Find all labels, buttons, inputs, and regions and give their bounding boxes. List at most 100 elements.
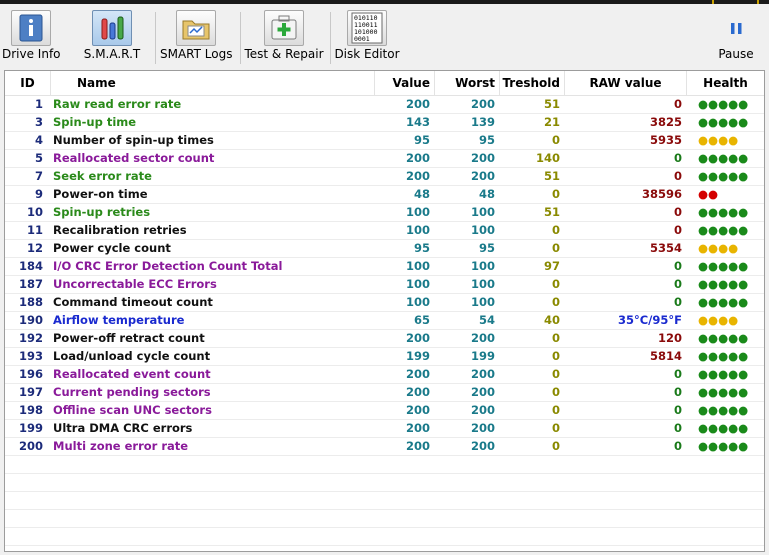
column-header-threshold[interactable]: Treshold: [500, 71, 565, 95]
table-row[interactable]: 200 Multi zone error rate 200 200 0 0 ●●●●●: [5, 438, 764, 456]
cell-value: 200: [405, 439, 430, 453]
cell-threshold: 0: [551, 187, 560, 201]
column-header-worst[interactable]: Worst: [435, 71, 500, 95]
cell-health: ●●●●: [698, 133, 739, 147]
cell-raw-value: 35°C/95°F: [617, 313, 682, 327]
table-row[interactable]: 196 Reallocated event count 200 200 0 0 ●●●●●: [5, 366, 764, 384]
empty-table-row: [5, 456, 764, 474]
test-repair-label: Test & Repair: [244, 47, 324, 61]
table-row[interactable]: 5 Reallocated sector count 200 200 140 0 ●●●●●: [5, 150, 764, 168]
cell-id: 199: [18, 421, 43, 435]
empty-table-row: [5, 492, 764, 510]
pause-icon: [716, 10, 756, 46]
cell-threshold: 0: [551, 385, 560, 399]
smart-chart-icon: [92, 10, 132, 46]
toolbar-separator: [240, 12, 241, 64]
cell-threshold: 140: [535, 151, 560, 165]
cell-raw-value: 0: [673, 169, 682, 183]
cell-threshold: 51: [543, 205, 560, 219]
cell-name: Current pending sectors: [53, 385, 211, 399]
smart-logs-button[interactable]: SMART Logs: [160, 6, 232, 64]
cell-name: Power-off retract count: [53, 331, 205, 345]
cell-threshold: 0: [551, 439, 560, 453]
table-row[interactable]: 3 Spin-up time 143 139 21 3825 ●●●●●: [5, 114, 764, 132]
cell-health: ●●●●●: [698, 349, 749, 363]
cell-raw-value: 5354: [649, 241, 682, 255]
cell-threshold: 0: [551, 295, 560, 309]
cell-id: 11: [26, 223, 43, 237]
cell-worst: 139: [470, 115, 495, 129]
cell-value: 100: [405, 205, 430, 219]
column-header-name[interactable]: Name: [51, 71, 375, 95]
cell-id: 7: [34, 169, 43, 183]
table-row[interactable]: 190 Airflow temperature 65 54 40 35°C/95°F ●●●…: [5, 312, 764, 330]
table-row[interactable]: 9 Power-on time 48 48 0 38596 ●●: [5, 186, 764, 204]
table-row[interactable]: 199 Ultra DMA CRC errors 200 200 0 0 ●●●●●: [5, 420, 764, 438]
table-row[interactable]: 188 Command timeout count 100 100 0 0 ●●●●●: [5, 294, 764, 312]
cell-value: 48: [413, 187, 430, 201]
cell-health: ●●●●●: [698, 385, 749, 399]
table-row[interactable]: 192 Power-off retract count 200 200 0 120 ●●●●…: [5, 330, 764, 348]
table-row[interactable]: 193 Load/unload cycle count 199 199 0 5814 ●●●…: [5, 348, 764, 366]
cell-threshold: 0: [551, 223, 560, 237]
column-header-raw[interactable]: RAW value: [565, 71, 687, 95]
toolbar-separator: [330, 12, 331, 64]
cell-value: 100: [405, 277, 430, 291]
smart-button[interactable]: S.M.A.R.T: [80, 6, 144, 64]
cell-value: 200: [405, 151, 430, 165]
table-row[interactable]: 197 Current pending sectors 200 200 0 0 ●●●●●: [5, 384, 764, 402]
cell-threshold: 0: [551, 241, 560, 255]
cell-threshold: 0: [551, 403, 560, 417]
cell-value: 100: [405, 295, 430, 309]
cell-name: Ultra DMA CRC errors: [53, 421, 193, 435]
cell-id: 188: [18, 295, 43, 309]
cell-health: ●●●●●: [698, 205, 749, 219]
cell-raw-value: 0: [673, 151, 682, 165]
table-row[interactable]: 198 Offline scan UNC sectors 200 200 0 0 ●●●●●: [5, 402, 764, 420]
cell-name: Load/unload cycle count: [53, 349, 211, 363]
cell-health: ●●●●●: [698, 259, 749, 273]
table-row[interactable]: 184 I/O CRC Error Detection Count Total 10…: [5, 258, 764, 276]
cell-health: ●●: [698, 187, 719, 201]
table-row[interactable]: 11 Recalibration retries 100 100 0 0 ●●●●●: [5, 222, 764, 240]
cell-threshold: 0: [551, 421, 560, 435]
cell-threshold: 0: [551, 277, 560, 291]
cell-raw-value: 0: [673, 403, 682, 417]
cell-raw-value: 38596: [641, 187, 682, 201]
empty-table-row: [5, 474, 764, 492]
cell-name: Airflow temperature: [53, 313, 185, 327]
disk-editor-button[interactable]: 010110 110011 101000 0001 Disk Editor: [334, 6, 400, 64]
cell-id: 196: [18, 367, 43, 381]
toolbar-separator: [155, 12, 156, 64]
drive-info-label: Drive Info: [2, 47, 61, 61]
drive-info-button[interactable]: Drive Info: [2, 6, 61, 64]
table-row[interactable]: 4 Number of spin-up times 95 95 0 5935 ●●●●: [5, 132, 764, 150]
column-header-health[interactable]: Health: [687, 71, 764, 95]
table-row[interactable]: 12 Power cycle count 95 95 0 5354 ●●●●: [5, 240, 764, 258]
table-body: 1 Raw read error rate 200 200 51 0 ●●●●● 3 Spin-…: [5, 96, 764, 546]
cell-worst: 200: [470, 439, 495, 453]
cell-id: 187: [18, 277, 43, 291]
empty-table-row: [5, 510, 764, 528]
cell-health: ●●●●●: [698, 367, 749, 381]
cell-health: ●●●●●: [698, 295, 749, 309]
cell-id: 184: [18, 259, 43, 273]
cell-name: Spin-up retries: [53, 205, 151, 219]
empty-table-row: [5, 528, 764, 546]
pause-button[interactable]: Pause: [712, 6, 760, 64]
table-row[interactable]: 7 Seek error rate 200 200 51 0 ●●●●●: [5, 168, 764, 186]
column-header-value[interactable]: Value: [375, 71, 435, 95]
cell-value: 95: [413, 133, 430, 147]
smart-label: S.M.A.R.T: [83, 47, 141, 61]
info-icon: [11, 10, 51, 46]
table-row[interactable]: 187 Uncorrectable ECC Errors 100 100 0 0 ●●●●●: [5, 276, 764, 294]
cell-name: Reallocated sector count: [53, 151, 215, 165]
test-repair-button[interactable]: Test & Repair: [244, 6, 324, 64]
column-header-id[interactable]: ID: [5, 71, 51, 95]
cell-raw-value: 120: [657, 331, 682, 345]
cell-worst: 200: [470, 331, 495, 345]
cell-health: ●●●●●: [698, 439, 749, 453]
table-row[interactable]: 10 Spin-up retries 100 100 51 0 ●●●●●: [5, 204, 764, 222]
smart-attributes-table[interactable]: ID Name Value Worst Treshold RAW value H…: [4, 70, 765, 552]
table-row[interactable]: 1 Raw read error rate 200 200 51 0 ●●●●●: [5, 96, 764, 114]
